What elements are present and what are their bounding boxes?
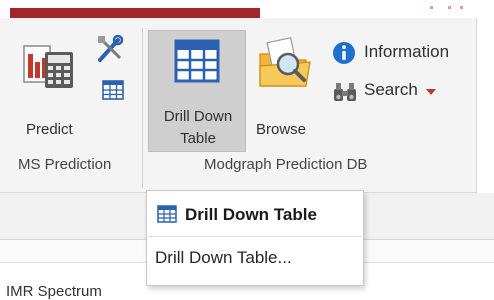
dropdown-arrow-icon (426, 89, 436, 95)
group-label-ms-prediction: MS Prediction (18, 156, 112, 173)
tools-icon[interactable] (96, 34, 124, 64)
binoculars-icon (334, 83, 356, 101)
predict-button[interactable]: Predict (18, 36, 88, 144)
drill-down-table-menu-item[interactable]: Drill Down Table... (155, 248, 292, 268)
predict-label: Predict (26, 121, 73, 138)
accent-bar (10, 8, 260, 18)
dropdown-title: Drill Down Table (185, 205, 317, 224)
panel-tab-label[interactable]: IMR Spectrum (6, 283, 102, 300)
search-label: Search (364, 80, 418, 99)
search-button[interactable]: Search (330, 78, 450, 104)
information-label: Information (364, 42, 450, 61)
browse-button[interactable]: Browse (250, 36, 320, 144)
title-strip-marks (420, 6, 480, 12)
folder-search-icon (259, 37, 311, 87)
predict-calculator-icon (23, 45, 73, 88)
information-button[interactable]: Information (330, 40, 470, 66)
ribbon: Predict MS Prediction Drill Down Table B… (0, 18, 477, 193)
drill-down-table-button[interactable]: Drill Down Table (148, 30, 246, 152)
menu-divider (148, 236, 362, 237)
title-strip (0, 0, 494, 18)
info-icon (333, 42, 355, 64)
group-label-modgraph: Modgraph Prediction DB (204, 156, 368, 173)
table-icon (157, 205, 177, 223)
drill-down-label-line2: Table (180, 130, 216, 147)
browse-label: Browse (256, 121, 307, 138)
table-icon (174, 39, 220, 83)
group-separator (142, 28, 143, 188)
drill-down-label-line1: Drill Down (163, 108, 233, 125)
table-icon[interactable] (102, 80, 124, 100)
drill-down-dropdown-menu: Drill Down Table Drill Down Table... (146, 190, 364, 286)
dropdown-header: Drill Down Table (155, 201, 355, 229)
